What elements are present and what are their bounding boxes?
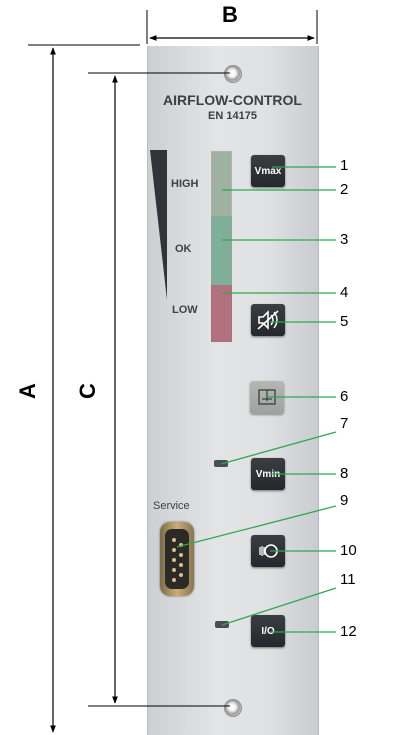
service-port[interactable] [160,522,194,596]
status-led-7 [214,460,228,467]
callout-number-4: 4 [340,284,349,301]
callout-number-9: 9 [340,492,349,509]
level-label-low: LOW [172,304,198,316]
callout-number-7: 7 [340,415,349,432]
indicator-bar-ok [211,216,232,286]
callout-number-10: 10 [340,542,357,559]
level-label-high: HIGH [171,178,199,190]
callout-number-2: 2 [340,181,349,198]
dim-label-a: A [14,383,40,399]
callout-number-3: 3 [340,231,349,248]
status-led-11 [215,621,229,628]
dim-label-b: B [222,2,238,27]
vmin-button[interactable]: Vmin [251,458,285,490]
db9-pins-graphic [172,538,183,582]
level-label-ok: OK [175,243,192,255]
io-power-button[interactable]: I/O [251,615,285,647]
sash-indicator-icon [258,389,276,405]
vmax-button[interactable]: Vmax [251,155,285,187]
dim-label-c: C [74,383,100,399]
alarm-horn-button[interactable] [251,535,285,567]
callout-number-1: 1 [340,157,349,174]
night-mode-button[interactable] [250,381,284,414]
callout-number-11: 11 [340,571,356,588]
mute-alarm-button[interactable] [251,304,285,336]
airflow-control-panel [147,46,319,735]
service-label: Service [153,500,190,512]
callout-number-12: 12 [340,623,357,640]
callout-number-6: 6 [340,388,349,405]
callout-number-8: 8 [340,465,349,482]
speaker-muted-icon [257,310,279,330]
top-screw [224,65,242,83]
panel-title: AIRFLOW-CONTROL [163,92,302,108]
panel-subtitle: EN 14175 [208,110,257,122]
bottom-screw [224,699,242,717]
indicator-bar-low [211,285,232,342]
indicator-bar-high [211,151,232,217]
horn-icon [259,544,278,558]
callout-number-5: 5 [340,313,349,330]
